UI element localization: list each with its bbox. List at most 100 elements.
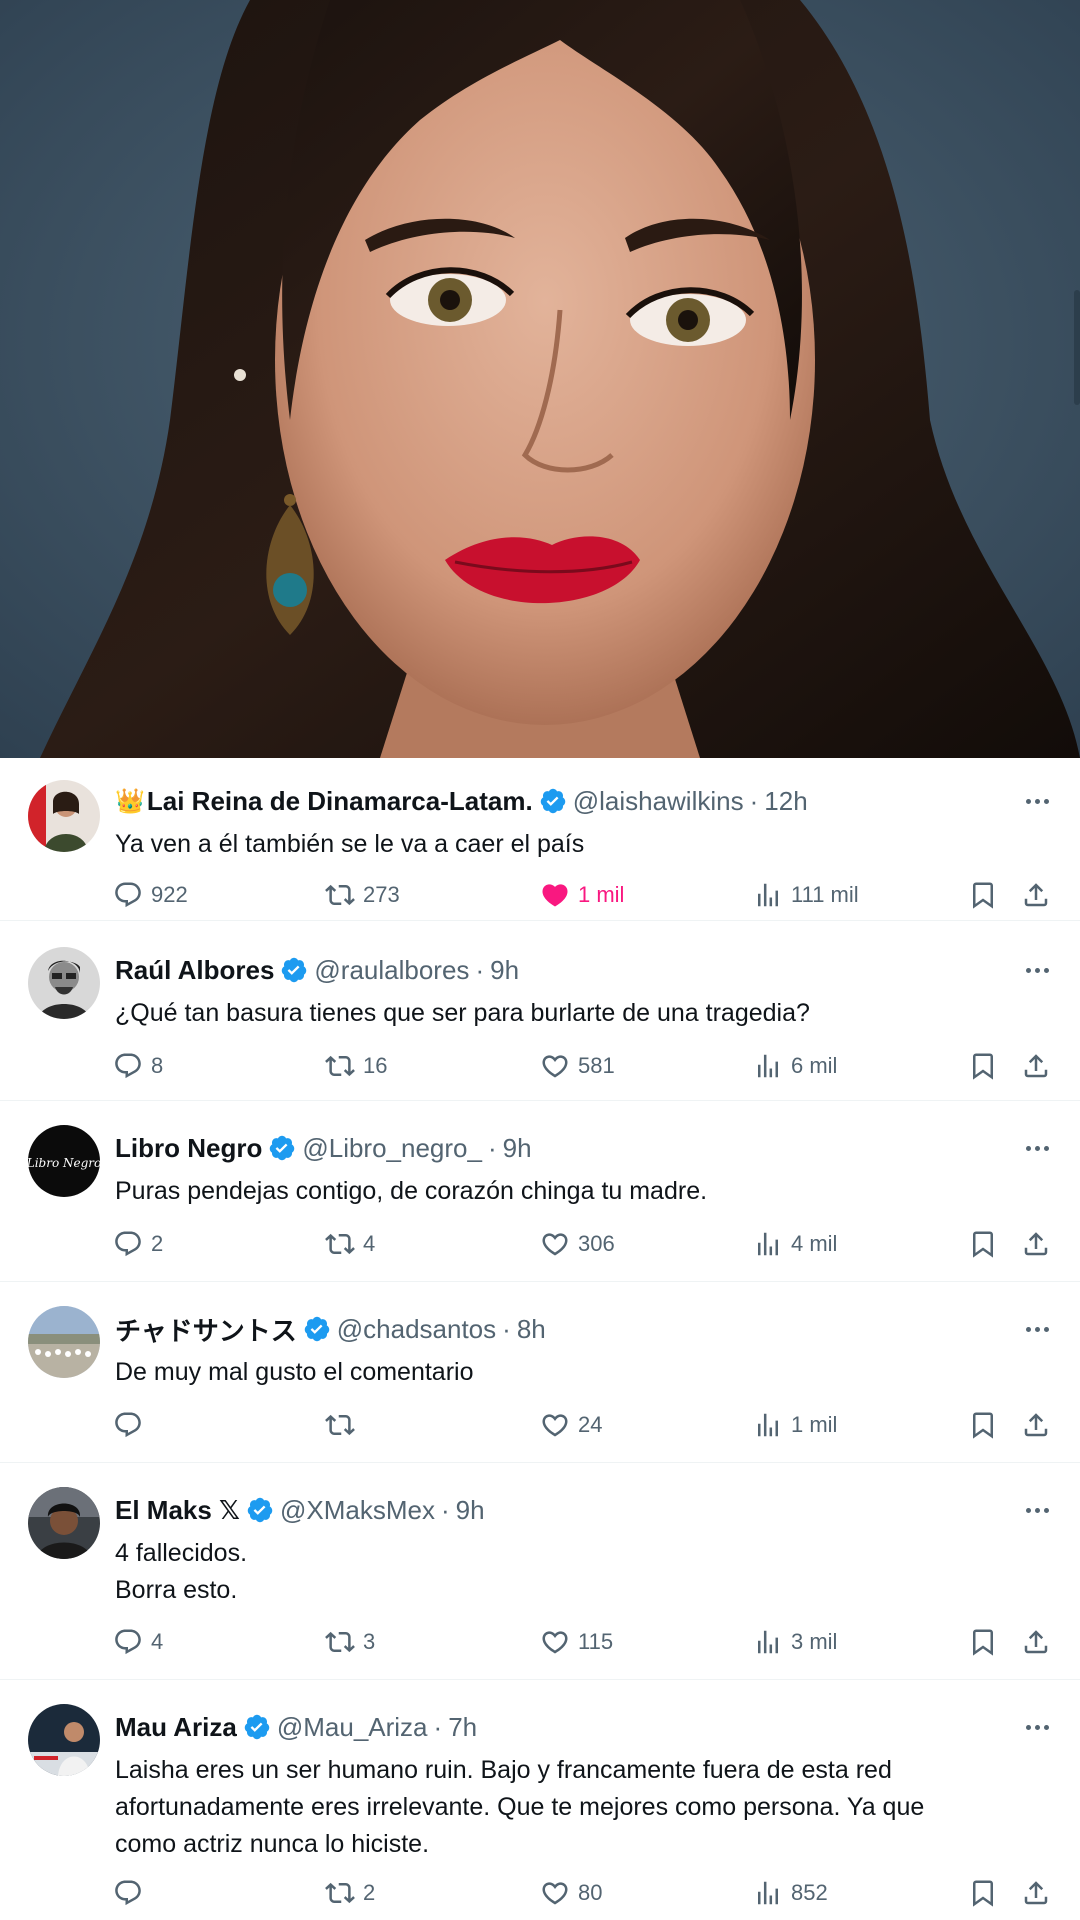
like-button[interactable]: 581 (540, 1049, 615, 1083)
timestamp[interactable]: 7h (448, 1712, 477, 1743)
bookmark-button[interactable] (968, 1049, 1006, 1083)
share-button[interactable] (1021, 1876, 1059, 1910)
handle[interactable]: @raulalbores (314, 955, 469, 986)
reply-text: Laisha eres un ser humano ruin. Bajo y f… (115, 1752, 1040, 1863)
bookmark-button[interactable] (968, 1625, 1006, 1659)
views-button[interactable]: 1 mil (753, 1408, 837, 1442)
retweet-icon (325, 1882, 355, 1904)
like-button[interactable]: 24 (540, 1408, 602, 1442)
reply-button[interactable]: 4 (113, 1625, 163, 1659)
avatar[interactable] (28, 947, 100, 1019)
display-name[interactable]: El Maks 𝕏 (115, 1495, 240, 1526)
reply-tweet[interactable]: El Maks 𝕏 @XMaksMex · 9h 4 fallecidos. B… (0, 1463, 1080, 1680)
share-button[interactable] (1021, 1408, 1059, 1442)
bookmark-icon (973, 1880, 993, 1907)
reply-icon (115, 1880, 141, 1906)
share-button[interactable] (1021, 1049, 1059, 1083)
more-icon[interactable] (1022, 955, 1052, 985)
timestamp[interactable]: 12h (764, 786, 807, 817)
bookmark-button[interactable] (968, 878, 1006, 912)
reply-text-line: Borra esto. (115, 1576, 238, 1604)
like-icon (542, 1233, 568, 1256)
handle[interactable]: @Libro_negro_ (302, 1133, 482, 1164)
more-icon[interactable] (1022, 1314, 1052, 1344)
bookmark-button[interactable] (968, 1408, 1006, 1442)
share-icon (1024, 1881, 1048, 1905)
display-name[interactable]: チャドサントス (115, 1311, 297, 1348)
views-button[interactable]: 3 mil (753, 1625, 837, 1659)
views-icon (758, 1413, 778, 1437)
reply-button[interactable] (113, 1876, 151, 1910)
reply-tweet[interactable]: Raúl Albores @raulalbores · 9h ¿Qué tan … (0, 921, 1080, 1101)
display-name[interactable]: Libro Negro (115, 1133, 262, 1164)
share-icon (1024, 1232, 1048, 1256)
display-name[interactable]: Raúl Albores (115, 955, 274, 986)
retweet-button[interactable]: 3 (325, 1625, 375, 1659)
views-icon (758, 1232, 778, 1256)
bookmark-icon (973, 1231, 993, 1258)
display-name[interactable]: Mau Ariza (115, 1712, 237, 1743)
more-icon[interactable] (1022, 1495, 1052, 1525)
share-button[interactable] (1021, 1625, 1059, 1659)
views-button[interactable]: 852 (753, 1876, 828, 1910)
avatar[interactable] (28, 1306, 100, 1378)
bookmark-button[interactable] (968, 1876, 1006, 1910)
share-button[interactable] (1021, 1227, 1059, 1261)
share-icon (1024, 1413, 1048, 1437)
share-button[interactable] (1021, 878, 1059, 912)
reply-icon (115, 1231, 141, 1257)
more-icon[interactable] (1022, 1712, 1052, 1742)
timestamp[interactable]: 8h (517, 1314, 546, 1345)
handle[interactable]: @Mau_Ariza (277, 1712, 428, 1743)
timestamp[interactable]: 9h (503, 1133, 532, 1164)
reply-text: De muy mal gusto el comentario (115, 1358, 474, 1386)
retweet-button[interactable]: 2 (325, 1876, 375, 1910)
more-icon[interactable] (1022, 786, 1052, 816)
views-count: 1 mil (791, 1412, 838, 1437)
reply-button[interactable] (113, 1408, 151, 1442)
reply-tweet[interactable]: チャドサントス @chadsantos · 8h De muy mal gust… (0, 1282, 1080, 1463)
views-button[interactable]: 4 mil (753, 1227, 837, 1261)
tweet-media-photo[interactable] (0, 0, 1080, 758)
like-icon (542, 1631, 568, 1654)
retweet-icon (325, 884, 355, 906)
like-button[interactable]: 306 (540, 1227, 615, 1261)
timestamp[interactable]: 9h (456, 1495, 485, 1526)
verified-badge-icon (540, 788, 565, 814)
avatar[interactable]: Libro Negro (28, 1125, 100, 1197)
bookmark-button[interactable] (968, 1227, 1006, 1261)
like-button[interactable]: 1 mil (540, 878, 624, 912)
retweet-button[interactable]: 273 (325, 878, 400, 912)
reply-button[interactable]: 2 (113, 1227, 163, 1261)
timestamp[interactable]: 9h (490, 955, 519, 986)
reply-tweet[interactable]: Libro Negro Libro Negro @Libro_negro_ · … (0, 1101, 1080, 1282)
handle[interactable]: @XMaksMex (280, 1495, 435, 1526)
views-count: 111 mil (791, 882, 859, 907)
retweet-button[interactable] (325, 1408, 363, 1442)
reply-button[interactable]: 922 (113, 878, 188, 912)
views-count: 3 mil (791, 1629, 838, 1654)
avatar[interactable] (28, 1487, 100, 1559)
like-icon (542, 1882, 568, 1905)
handle[interactable]: @chadsantos (337, 1314, 496, 1345)
reply-tweet[interactable]: 👑 Lai Reina de Dinamarca-Latam. @laishaw… (0, 758, 1080, 921)
like-button[interactable]: 115 (540, 1625, 613, 1659)
avatar-logo-text: Libro Negro (28, 1156, 100, 1170)
reply-count: 922 (151, 882, 188, 907)
scrollbar-thumb[interactable] (1074, 290, 1080, 405)
reply-button[interactable]: 8 (113, 1049, 163, 1083)
retweet-button[interactable]: 4 (325, 1227, 375, 1261)
like-button[interactable]: 80 (540, 1876, 602, 1910)
views-count: 852 (791, 1880, 828, 1905)
handle[interactable]: @laishawilkins (573, 786, 744, 817)
more-icon[interactable] (1022, 1133, 1052, 1163)
views-button[interactable]: 6 mil (753, 1049, 837, 1083)
views-button[interactable]: 111 mil (753, 878, 859, 912)
display-name[interactable]: Lai Reina de Dinamarca-Latam. (147, 786, 533, 817)
avatar[interactable] (28, 1704, 100, 1776)
share-icon (1024, 1630, 1048, 1654)
reply-tweet[interactable]: Mau Ariza @Mau_Ariza · 7h Laisha eres un… (0, 1680, 1080, 1920)
avatar[interactable] (28, 780, 100, 852)
like-count: 115 (578, 1629, 614, 1654)
retweet-button[interactable]: 16 (325, 1049, 387, 1083)
